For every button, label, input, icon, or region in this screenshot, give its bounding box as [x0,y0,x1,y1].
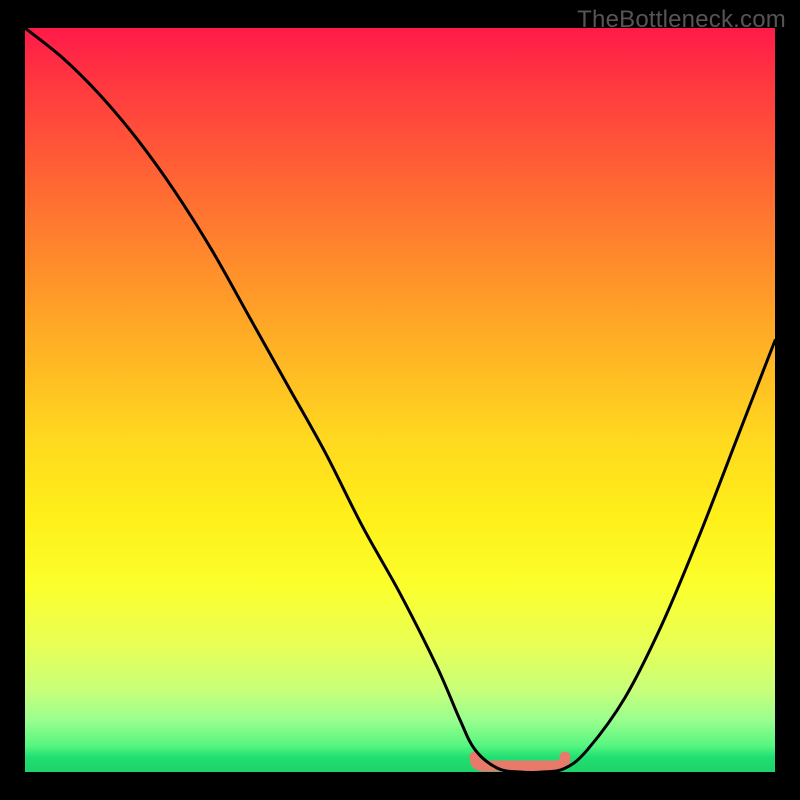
watermark-text: TheBottleneck.com [577,6,786,34]
chart-frame: TheBottleneck.com [0,0,800,800]
bottleneck-curve [25,28,775,772]
plot-area [25,28,775,772]
